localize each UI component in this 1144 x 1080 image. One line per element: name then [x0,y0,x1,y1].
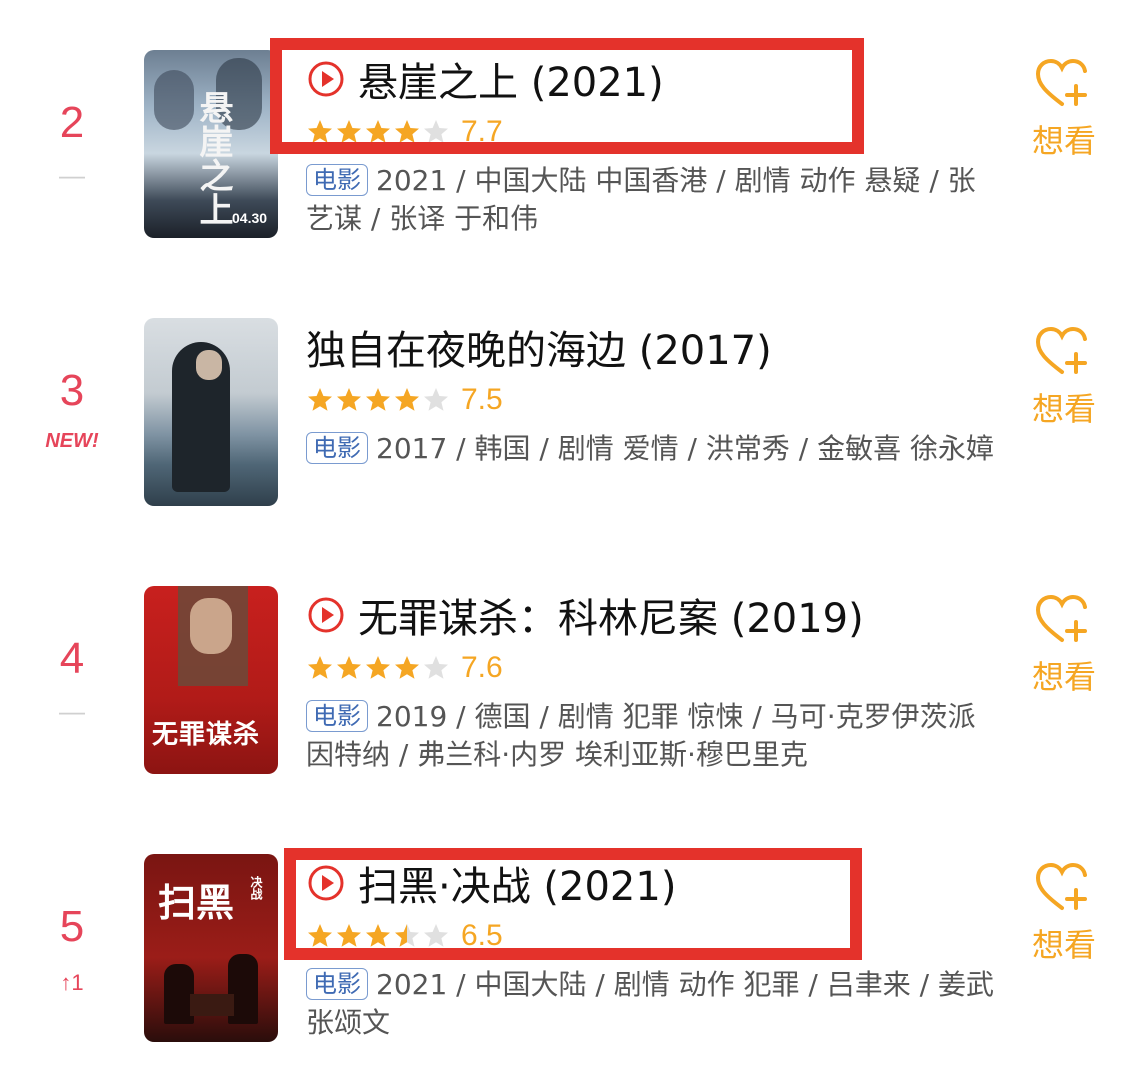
type-badge: 电影 [306,164,368,196]
want-to-watch-button[interactable]: 想看 [1026,56,1102,162]
movie-meta: 电影 2019 / 德国 / 剧情 犯罪 惊悚 / 马可·克罗伊茨派因特纳 / 弗… [306,698,996,774]
type-badge: 电影 [306,700,368,732]
heart-plus-icon [1035,58,1087,106]
star-empty-icon [424,656,448,679]
movie-title-text: 无罪谋杀：科林尼案 (2019) [358,596,864,642]
star-full-icon [308,656,332,679]
poster-date: 04.30 [232,210,268,226]
movie-poster[interactable]: 悬崖之上 04.30 [144,50,278,238]
heart-plus-icon [1035,594,1087,642]
rank-change: ↑1 [60,970,84,995]
playable-icon [308,597,344,633]
star-full-icon [366,656,390,679]
movie-row[interactable]: 3 NEW! 独自在夜晚的海边 (2017) 7.5 电影 2017 / 韩国 /… [0,318,1144,518]
poster-title: 扫黑 [158,880,235,925]
want-label: 想看 [1031,926,1096,964]
meta-text: 2017 / 韩国 / 剧情 爱情 / 洪常秀 / 金敏喜 徐永嫜 [376,432,994,465]
type-badge: 电影 [306,968,368,1000]
star-full-icon [366,388,390,411]
movie-meta: 电影 2017 / 韩国 / 剧情 爱情 / 洪常秀 / 金敏喜 徐永嫜 [306,430,996,468]
rank-number: 5 [59,902,85,951]
want-to-watch-button[interactable]: 想看 [1026,324,1102,430]
movie-meta: 电影 2021 / 中国大陆 / 剧情 动作 犯罪 / 吕聿来 / 姜武 张颂文 [306,966,996,1042]
movie-poster[interactable]: 无罪谋杀 [144,586,278,774]
rating: 7.5 [306,380,503,420]
movie-row[interactable]: 4 — 无罪谋杀 无罪谋杀：科林尼案 (2019) 7.6 电影 2019 / 德… [0,586,1144,786]
rank-number: 4 [59,634,85,683]
star-rating [306,386,451,414]
movie-title-text: 独自在夜晚的海边 (2017) [306,328,772,374]
rating: 7.6 [306,648,503,688]
meta-text: 2021 / 中国大陆 中国香港 / 剧情 动作 悬疑 / 张艺谋 / 张译 于… [306,164,976,235]
star-full-icon [395,388,419,411]
movie-title[interactable]: 无罪谋杀：科林尼案 (2019) [306,586,864,644]
star-rating [306,654,451,682]
want-to-watch-button[interactable]: 想看 [1026,592,1102,698]
type-badge: 电影 [306,432,368,464]
rank-number: 2 [59,98,85,147]
rank-change: — [59,160,85,190]
meta-text: 2019 / 德国 / 剧情 犯罪 惊悚 / 马可·克罗伊茨派因特纳 / 弗兰科… [306,700,976,771]
rating-score: 7.5 [461,383,503,416]
movie-poster[interactable] [144,318,278,506]
star-full-icon [308,388,332,411]
star-full-icon [395,656,419,679]
heart-plus-icon [1035,862,1087,910]
want-label: 想看 [1031,390,1096,428]
poster-subtitle: 决战 [249,876,263,900]
rank-change: — [59,696,85,726]
highlight-box [284,848,862,960]
movie-title[interactable]: 独自在夜晚的海边 (2017) [306,318,772,376]
want-label: 想看 [1031,122,1096,160]
rank-number: 3 [59,366,85,415]
highlight-box [270,38,864,154]
movie-poster[interactable]: 扫黑 决战 [144,854,278,1042]
rank-change: NEW! [45,430,99,452]
rating-score: 7.6 [461,651,503,684]
star-full-icon [337,388,361,411]
want-to-watch-button[interactable]: 想看 [1026,860,1102,966]
meta-text: 2021 / 中国大陆 / 剧情 动作 犯罪 / 吕聿来 / 姜武 张颂文 [306,968,994,1039]
heart-plus-icon [1035,326,1087,374]
movie-meta: 电影 2021 / 中国大陆 中国香港 / 剧情 动作 悬疑 / 张艺谋 / 张译… [306,162,996,238]
star-full-icon [337,656,361,679]
poster-title: 悬崖之上 [193,90,233,226]
want-label: 想看 [1031,658,1096,696]
star-empty-icon [424,388,448,411]
poster-title: 无罪谋杀 [152,720,261,750]
